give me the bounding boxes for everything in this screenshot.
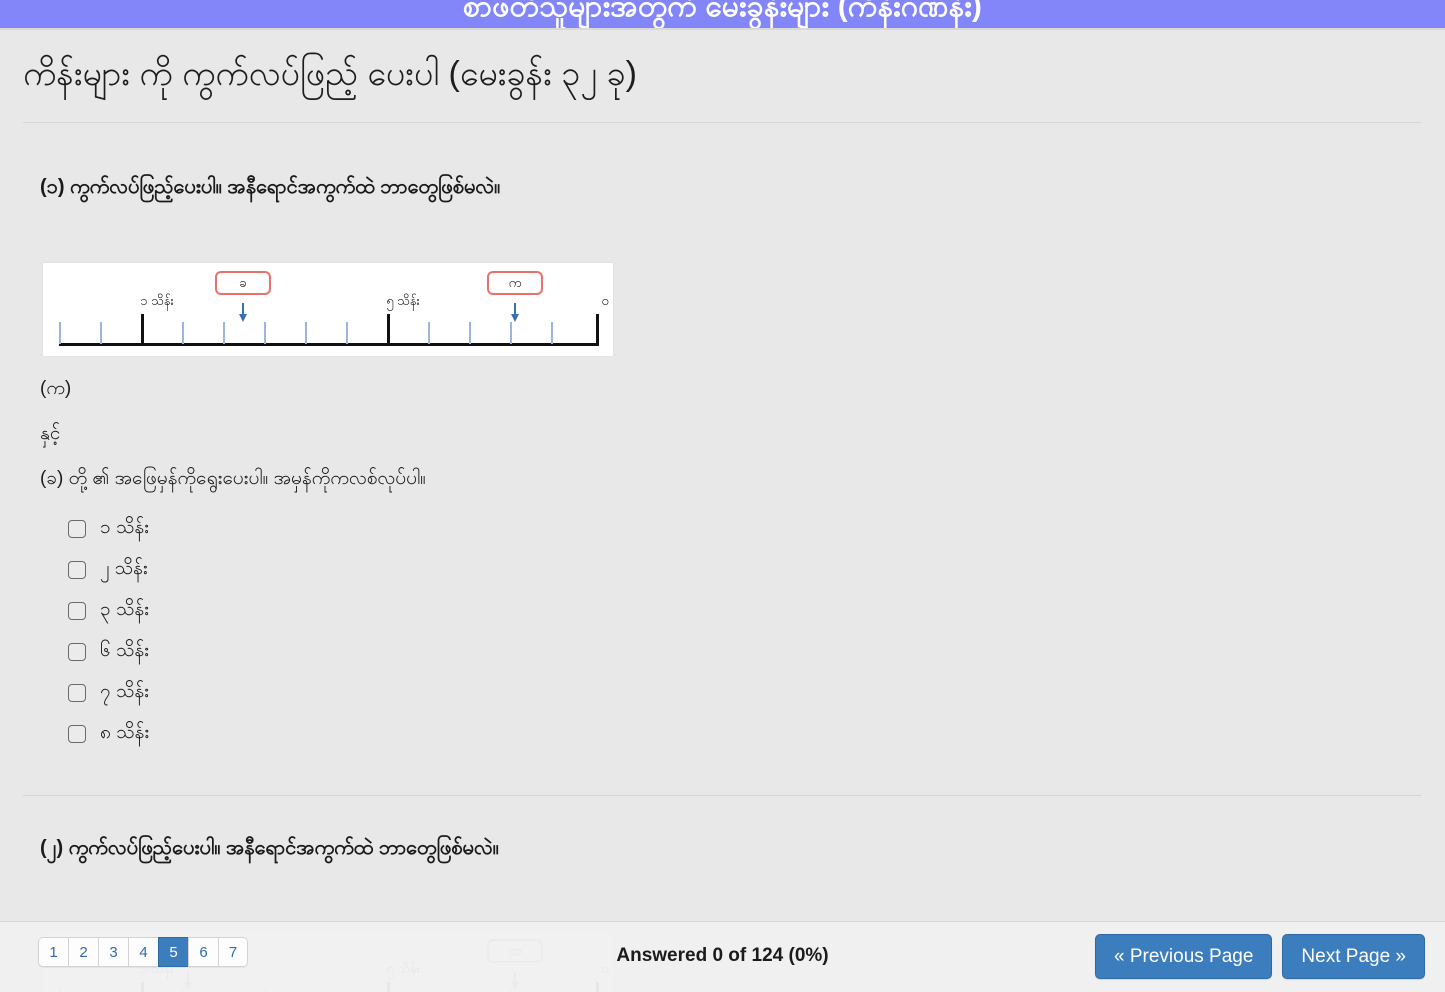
number-line-minor-tick bbox=[264, 322, 266, 344]
nav-buttons: « Previous Page Next Page » bbox=[1095, 934, 1425, 979]
question-1-title: (၁) ကွက်လပ်ဖြည့်ပေးပါ။ အနီရောင်အကွက်ထဲ ဘ… bbox=[40, 176, 501, 198]
checkbox-icon[interactable] bbox=[68, 560, 86, 579]
number-line-minor-tick bbox=[428, 322, 430, 344]
question-2-title: (၂) ကွက်လပ်ဖြည့်ပေးပါ။ အနီရောင်အကွက်ထဲ ဘ… bbox=[40, 837, 499, 859]
option-row[interactable]: ၃ သိန်း bbox=[68, 590, 149, 631]
heading-divider bbox=[23, 122, 1421, 123]
number-line-label-zero: ၀ bbox=[601, 293, 609, 308]
number-line-canvas: ၁ သိန်း ၅ သိန်း ၀ ခ က bbox=[43, 263, 613, 356]
option-row[interactable]: ၂ သိန်း bbox=[68, 549, 149, 590]
option-label: ၇ သိန်း bbox=[100, 680, 149, 702]
number-line-minor-tick bbox=[346, 322, 348, 344]
quiz-page: စာဖတ်သူများအတွက် မေးခွန်းများ (ကိန်းဂဏန်… bbox=[0, 0, 1445, 992]
number-line-box-kha: ခ bbox=[215, 271, 271, 295]
number-line-minor-tick bbox=[223, 322, 225, 344]
option-row[interactable]: ၈ သိန်း bbox=[68, 713, 149, 754]
number-line-minor-tick bbox=[469, 322, 471, 344]
question-1-title-wrap: (၁) ကွက်လပ်ဖြည့်ပေးပါ။ အနီရောင်အကွက်ထဲ ဘ… bbox=[40, 172, 1400, 202]
number-line-box-ka: က bbox=[487, 271, 543, 295]
option-label: ၁ သိန်း bbox=[100, 516, 149, 538]
question-1-line-ka: (က) bbox=[40, 378, 72, 399]
option-label: ၆ သိန်း bbox=[100, 639, 149, 661]
number-line-label-5-lakh: ၅ သိန်း bbox=[386, 293, 420, 308]
number-line-major-tick bbox=[141, 314, 144, 344]
page-title: ကိန်းများ ကို ကွက်လပ်ဖြည့် ပေးပါ (မေးခွန… bbox=[23, 55, 637, 93]
previous-page-button[interactable]: « Previous Page bbox=[1095, 934, 1273, 979]
site-banner-title: စာဖတ်သူများအတွက် မေးခွန်းများ (ကိန်းဂဏန်… bbox=[462, 0, 983, 23]
number-line-axis bbox=[59, 343, 599, 346]
number-line-minor-tick bbox=[59, 322, 61, 344]
checkbox-icon[interactable] bbox=[68, 642, 86, 661]
checkbox-icon[interactable] bbox=[68, 601, 86, 620]
question-2-title-wrap: (၂) ကွက်လပ်ဖြည့်ပေးပါ။ အနီရောင်အကွက်ထဲ ဘ… bbox=[40, 833, 1400, 863]
question-1-line-and: နှင့် bbox=[40, 423, 61, 444]
site-banner: စာဖတ်သူများအတွက် မေးခွန်းများ (ကိန်းဂဏန်… bbox=[0, 0, 1445, 28]
banner-bottom-edge bbox=[0, 28, 1445, 30]
number-line-minor-tick bbox=[182, 322, 184, 344]
number-line-minor-tick bbox=[551, 322, 553, 344]
question-1-line-kha: (ခ) တို့ ၏ အဖြေမှန်ကိုရွေးပေးပါ။ အမှန်ကိ… bbox=[40, 468, 426, 489]
number-line-figure: ၁ သိန်း ၅ သိန်း ၀ ခ က bbox=[42, 262, 614, 357]
checkbox-icon[interactable] bbox=[68, 683, 86, 702]
question-divider bbox=[23, 795, 1421, 796]
number-line-major-tick bbox=[596, 314, 599, 344]
number-line-major-tick bbox=[387, 314, 390, 344]
option-label: ၈ သိန်း bbox=[100, 721, 150, 743]
checkbox-icon[interactable] bbox=[68, 724, 86, 743]
next-page-button[interactable]: Next Page » bbox=[1282, 934, 1425, 979]
bottom-toolbar: 1 2 3 4 5 6 7 Answered 0 of 124 (0%) « P… bbox=[0, 921, 1445, 992]
number-line-minor-tick bbox=[100, 322, 102, 344]
option-label: ၂ သိန်း bbox=[100, 557, 148, 579]
checkbox-icon[interactable] bbox=[68, 519, 86, 538]
option-row[interactable]: ၇ သိန်း bbox=[68, 672, 149, 713]
question-1-options: ၁ သိန်း ၂ သိန်း ၃ သိန်း ၆ သိန်း ၇ သိန်း … bbox=[68, 508, 149, 754]
number-line-minor-tick bbox=[305, 322, 307, 344]
option-row[interactable]: ၁ သိန်း bbox=[68, 508, 149, 549]
option-label: ၃ သိန်း bbox=[100, 598, 149, 620]
down-arrow-icon bbox=[237, 303, 249, 323]
down-arrow-icon bbox=[509, 303, 521, 323]
number-line-minor-tick bbox=[510, 322, 512, 344]
number-line-label-1-lakh: ၁ သိန်း bbox=[140, 293, 174, 308]
option-row[interactable]: ၆ သိန်း bbox=[68, 631, 149, 672]
